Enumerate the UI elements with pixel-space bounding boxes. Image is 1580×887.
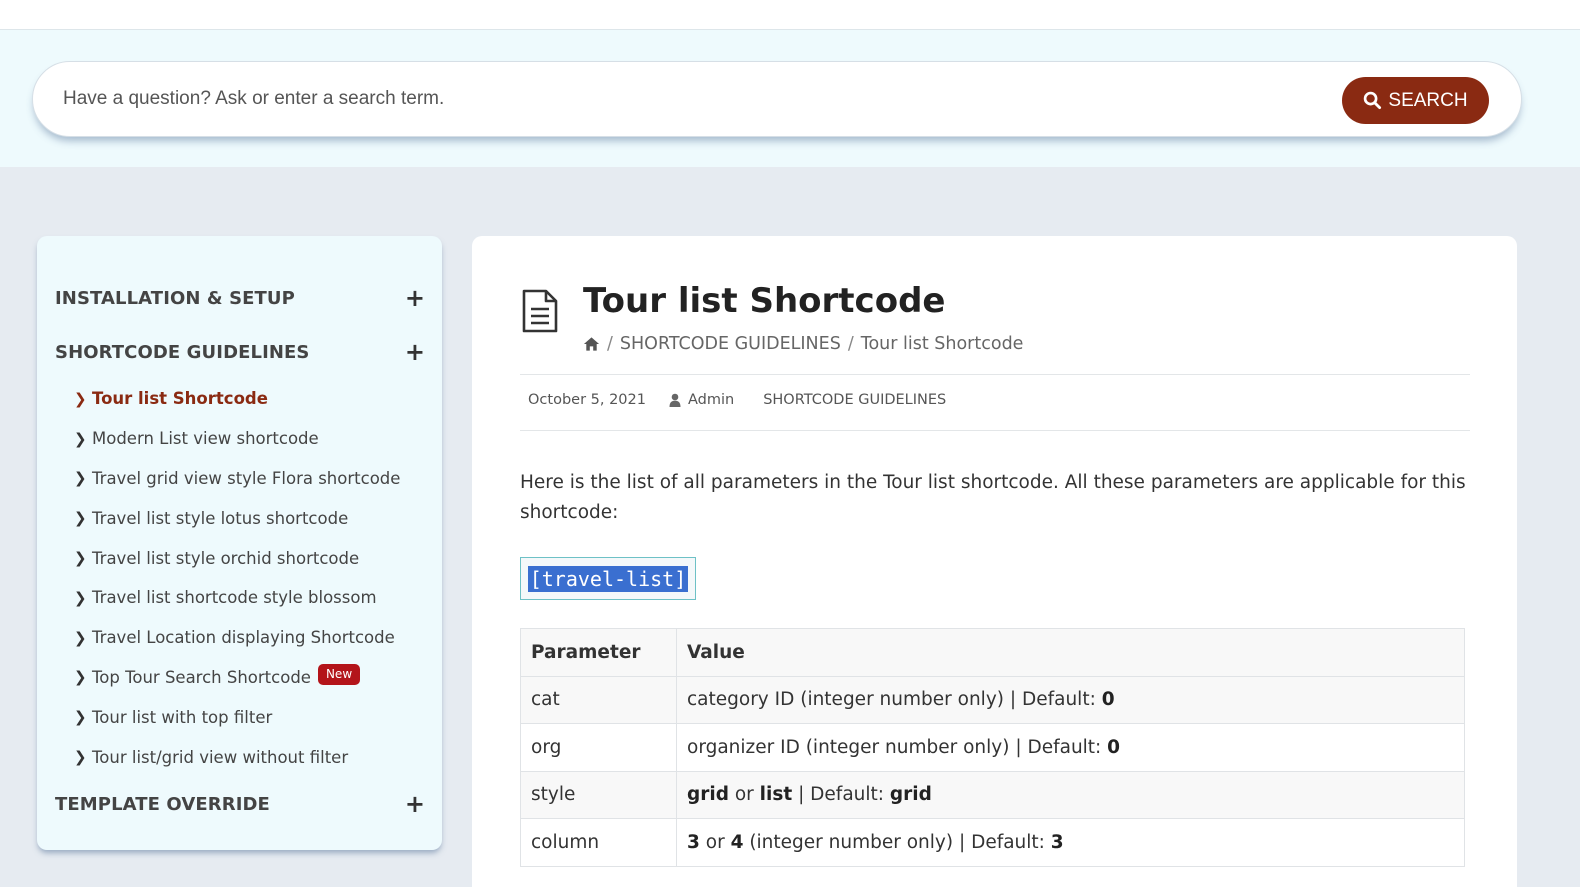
- column-header-value: Value: [676, 628, 1465, 677]
- category-title: SHORTCODE GUIDELINES: [55, 341, 310, 363]
- breadcrumb-separator: /: [607, 334, 613, 354]
- plus-icon[interactable]: +: [405, 340, 425, 364]
- parameter-table: Parameter Value cat category ID (integer …: [520, 628, 1465, 867]
- chevron-right-icon: ❯: [74, 549, 87, 568]
- shortcode-guidelines-list: ❯ Tour list Shortcode ❯ Modern List view…: [74, 379, 434, 777]
- search-icon: [1364, 91, 1382, 110]
- post-date: October 5, 2021: [528, 392, 646, 408]
- divider: [520, 430, 1470, 431]
- plus-icon[interactable]: +: [405, 286, 425, 310]
- new-badge: New: [317, 663, 361, 685]
- article-meta: October 5, 2021 Admin SHORTCODE GUIDELIN…: [528, 392, 946, 408]
- search-button[interactable]: SEARCH: [1342, 77, 1489, 124]
- plus-icon[interactable]: +: [405, 792, 425, 816]
- value-cell: 3 or 4 (integer number only) | Default: …: [676, 818, 1465, 867]
- sidebar-item-modern-list-view[interactable]: ❯ Modern List view shortcode: [74, 419, 434, 459]
- sidebar-item-top-tour-search[interactable]: ❯ Top Tour Search Shortcode New: [74, 658, 434, 698]
- sidebar-item-travel-location[interactable]: ❯ Travel Location displaying Shortcode: [74, 618, 434, 658]
- sidebar: INSTALLATION & SETUP + SHORTCODE GUIDELI…: [37, 236, 442, 850]
- home-icon[interactable]: [583, 336, 600, 352]
- sidebar-item-label: Tour list Shortcode: [92, 389, 268, 409]
- chevron-right-icon: ❯: [74, 469, 87, 488]
- chevron-right-icon: ❯: [74, 588, 87, 607]
- sidebar-item-label: Tour list/grid view without filter: [92, 747, 349, 767]
- sidebar-item-label: Travel list style orchid shortcode: [92, 548, 360, 568]
- sidebar-item-travel-grid-flora[interactable]: ❯ Travel grid view style Flora shortcode: [74, 459, 434, 499]
- sidebar-item-tour-list-top-filter[interactable]: ❯ Tour list with top filter: [74, 697, 434, 737]
- search-box: SEARCH: [32, 61, 1522, 137]
- sidebar-item-label: Travel grid view style Flora shortcode: [92, 468, 401, 488]
- chevron-right-icon: ❯: [74, 429, 87, 448]
- post-category[interactable]: SHORTCODE GUIDELINES: [763, 392, 946, 408]
- document-icon: [522, 289, 558, 333]
- post-author[interactable]: Admin: [688, 392, 734, 408]
- category-title: INSTALLATION & SETUP: [55, 287, 295, 309]
- parameter-cell: column: [520, 818, 677, 867]
- sidebar-item-travel-list-orchid[interactable]: ❯ Travel list style orchid shortcode: [74, 538, 434, 578]
- user-icon: [669, 393, 681, 407]
- shortcode-text[interactable]: [travel-list]: [527, 565, 689, 592]
- column-header-parameter: Parameter: [520, 628, 677, 677]
- category-shortcode-guidelines[interactable]: SHORTCODE GUIDELINES +: [55, 337, 425, 367]
- parameter-cell: style: [520, 770, 677, 819]
- breadcrumb: / SHORTCODE GUIDELINES / Tour list Short…: [583, 334, 1023, 354]
- chevron-right-icon: ❯: [74, 748, 87, 767]
- page-title: Tour list Shortcode: [583, 281, 946, 321]
- sidebar-item-label: Tour list with top filter: [92, 707, 273, 727]
- table-row: style grid or list | Default: grid: [520, 770, 1465, 819]
- search-input[interactable]: [63, 82, 1323, 116]
- chevron-right-icon: ❯: [74, 628, 87, 647]
- value-cell: category ID (integer number only) | Defa…: [676, 675, 1465, 724]
- chevron-right-icon: ❯: [74, 509, 87, 528]
- category-template-override[interactable]: TEMPLATE OVERRIDE +: [55, 789, 425, 819]
- breadcrumb-current: Tour list Shortcode: [860, 334, 1024, 354]
- sidebar-item-label: Travel Location displaying Shortcode: [92, 628, 395, 648]
- parameter-cell: org: [520, 723, 677, 772]
- table-row: column 3 or 4 (integer number only) | Def…: [520, 818, 1465, 867]
- sidebar-item-travel-list-lotus[interactable]: ❯ Travel list style lotus shortcode: [74, 498, 434, 538]
- article-card: Tour list Shortcode / SHORTCODE GUIDELIN…: [472, 236, 1517, 887]
- top-bar: [0, 0, 1580, 30]
- table-row: cat category ID (integer number only) | D…: [520, 675, 1465, 724]
- sidebar-item-tour-list-shortcode[interactable]: ❯ Tour list Shortcode: [74, 379, 434, 419]
- table-header-row: Parameter Value: [520, 628, 1465, 677]
- divider: [520, 374, 1470, 375]
- table-row: org organizer ID (integer number only) | …: [520, 723, 1465, 772]
- sidebar-item-travel-list-blossom[interactable]: ❯ Travel list shortcode style blossom: [74, 578, 434, 618]
- chevron-right-icon: ❯: [74, 389, 87, 408]
- value-cell: organizer ID (integer number only) | Def…: [676, 723, 1465, 772]
- chevron-right-icon: ❯: [74, 668, 87, 687]
- sidebar-item-label: Travel list shortcode style blossom: [92, 588, 377, 608]
- search-button-label: SEARCH: [1388, 89, 1468, 111]
- breadcrumb-link-category[interactable]: SHORTCODE GUIDELINES: [620, 334, 841, 354]
- sidebar-item-tour-list-grid-no-filter[interactable]: ❯ Tour list/grid view without filter: [74, 737, 434, 777]
- search-band: SEARCH: [0, 30, 1580, 167]
- sidebar-item-label: Top Tour Search Shortcode: [92, 667, 311, 687]
- category-installation-setup[interactable]: INSTALLATION & SETUP +: [55, 283, 425, 313]
- breadcrumb-separator: /: [847, 334, 854, 354]
- value-cell: grid or list | Default: grid: [676, 770, 1465, 819]
- chevron-right-icon: ❯: [74, 708, 87, 727]
- category-title: TEMPLATE OVERRIDE: [55, 793, 270, 815]
- intro-paragraph: Here is the list of all parameters in th…: [520, 472, 1466, 523]
- sidebar-item-label: Modern List view shortcode: [92, 429, 319, 449]
- shortcode-box[interactable]: [travel-list]: [520, 557, 696, 600]
- sidebar-item-label: Travel list style lotus shortcode: [92, 508, 349, 528]
- parameter-cell: cat: [520, 675, 677, 724]
